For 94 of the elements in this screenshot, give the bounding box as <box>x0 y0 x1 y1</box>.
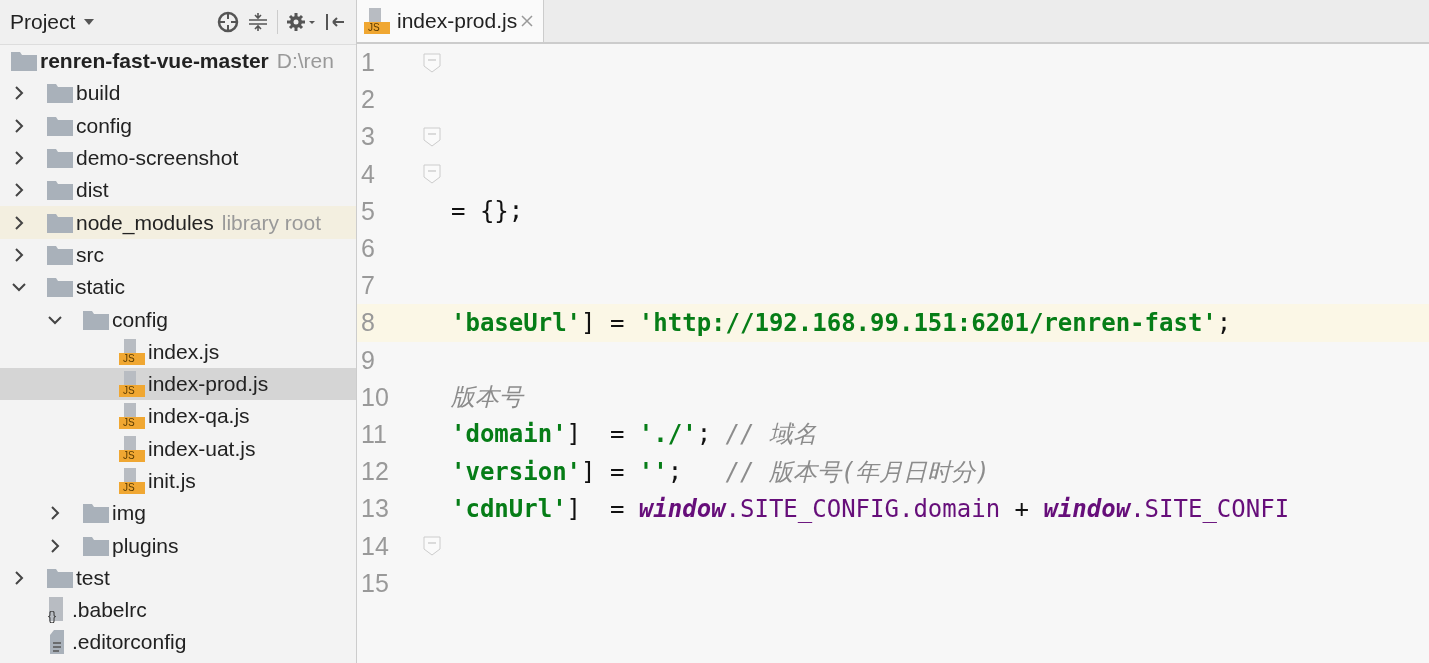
folder-icon <box>82 534 110 557</box>
fold-marker-icon[interactable] <box>423 126 441 147</box>
line-number: 9 <box>360 345 376 375</box>
chevron-icon[interactable] <box>12 247 26 262</box>
line-number: 7 <box>360 271 376 301</box>
folder-icon <box>82 502 110 525</box>
folder-icon <box>46 82 74 105</box>
line-number: 12 <box>360 457 390 487</box>
tree-label: node_modules <box>76 210 214 235</box>
tree-row[interactable]: JS index-uat.js <box>0 432 356 465</box>
fold-marker-icon[interactable] <box>423 164 441 185</box>
tree-label: static <box>76 275 125 300</box>
editor-tab[interactable]: JS index-prod.js <box>357 0 545 42</box>
tree-label: index-uat.js <box>148 436 256 461</box>
panel-title[interactable]: Project <box>10 10 76 34</box>
tree-hint: D:\ren <box>276 49 334 74</box>
tree-label: index-prod.js <box>148 372 269 397</box>
chevron-icon[interactable] <box>12 183 26 198</box>
tree-row[interactable]: JS index-qa.js <box>0 400 356 433</box>
code-line: 版本号 <box>451 382 523 414</box>
folder-icon <box>46 243 74 266</box>
tree-row[interactable]: dist <box>0 174 356 207</box>
tree-row[interactable]: .editorconfig <box>0 626 356 659</box>
code-line: = {}; <box>451 197 524 226</box>
line-number: 10 <box>360 382 390 412</box>
tree-label: .babelrc <box>72 598 147 623</box>
line-number: 8 <box>360 308 376 338</box>
tree-label: src <box>76 242 104 267</box>
tree-row[interactable]: config <box>0 109 356 142</box>
chevron-icon[interactable] <box>12 86 26 101</box>
folder-icon <box>46 566 74 589</box>
tree-row[interactable]: img <box>0 497 356 530</box>
line-number: 6 <box>360 234 376 264</box>
chevron-icon[interactable] <box>48 506 62 521</box>
tree-label: test <box>76 565 110 590</box>
tree-row[interactable]: config <box>0 303 356 336</box>
line-number: 2 <box>360 85 376 115</box>
folder-icon <box>82 308 110 331</box>
tree-row[interactable]: renren-fast-vue-master D:\ren <box>0 45 356 78</box>
tree-row[interactable]: JS index.js <box>0 335 356 368</box>
code-line: 'version'] = ''; // 版本号(年月日时分) <box>451 456 990 488</box>
code-line: 'baseUrl'] = 'http://192.168.99.151:6201/renren-fast'; <box>451 308 1232 337</box>
folder-icon <box>46 147 74 170</box>
dropdown-icon[interactable] <box>83 18 96 26</box>
tree-row[interactable]: test <box>0 561 356 595</box>
chevron-icon[interactable] <box>12 151 26 166</box>
tree-label: index-qa.js <box>148 404 250 429</box>
tree-label: .editorconfig <box>72 630 187 655</box>
tree-label: dist <box>76 178 109 203</box>
tree-label: init.js <box>148 469 196 493</box>
settings-icon[interactable] <box>286 11 316 33</box>
folder-icon <box>46 211 74 234</box>
code-line: 'cdnUrl'] = window.SITE_CONFIG.domain + window.SITE_CONFI <box>451 494 1290 523</box>
chevron-icon[interactable] <box>48 538 62 553</box>
hide-panel-icon[interactable] <box>324 11 346 33</box>
tree-row[interactable]: build <box>0 77 356 110</box>
close-icon[interactable] <box>521 15 534 27</box>
collapse-all-icon[interactable] <box>247 11 269 33</box>
tree-row[interactable]: {} .babelrc <box>0 594 356 627</box>
target-icon[interactable] <box>217 11 239 33</box>
chevron-icon[interactable] <box>12 118 26 133</box>
line-number: 3 <box>360 122 376 152</box>
line-number: 5 <box>360 196 376 226</box>
chevron-icon[interactable] <box>12 570 26 585</box>
tree-label: config <box>112 307 169 332</box>
tree-label: index.js <box>148 339 220 364</box>
line-number: 11 <box>360 419 388 449</box>
folder-icon <box>10 50 38 73</box>
tree-row[interactable]: JS init.js <box>0 464 356 498</box>
selected-tree-row[interactable]: JS index-prod.js <box>0 367 356 401</box>
tree-label: img <box>112 501 146 526</box>
tree-row[interactable]: plugins <box>0 529 356 562</box>
fold-marker-icon[interactable] <box>423 536 441 557</box>
folder-icon <box>46 179 74 202</box>
tree-row[interactable]: src <box>0 238 356 272</box>
folder-icon <box>46 114 74 137</box>
folder-icon <box>46 276 74 299</box>
line-number: 1 <box>360 48 376 78</box>
line-number: 13 <box>360 494 390 524</box>
tree-label: plugins <box>112 533 179 558</box>
tree-label: demo-screenshot <box>76 146 239 171</box>
line-number: 14 <box>360 531 390 561</box>
tree-row[interactable]: static <box>0 271 356 304</box>
highlighted-tree-row[interactable]: node_modules library root <box>0 206 356 239</box>
fold-marker-icon[interactable] <box>423 52 441 73</box>
line-number: 15 <box>360 568 390 598</box>
chevron-icon[interactable] <box>12 215 26 230</box>
code-line: 'domain'] = './'; // 域名 <box>451 419 817 451</box>
tree-hint: library root <box>221 210 321 235</box>
line-number: 4 <box>360 159 376 189</box>
tree-label: renren-fast-vue-master <box>40 49 269 74</box>
tree-row[interactable]: demo-screenshot <box>0 141 356 175</box>
tree-label: config <box>76 113 133 138</box>
tree-label: build <box>76 81 121 106</box>
